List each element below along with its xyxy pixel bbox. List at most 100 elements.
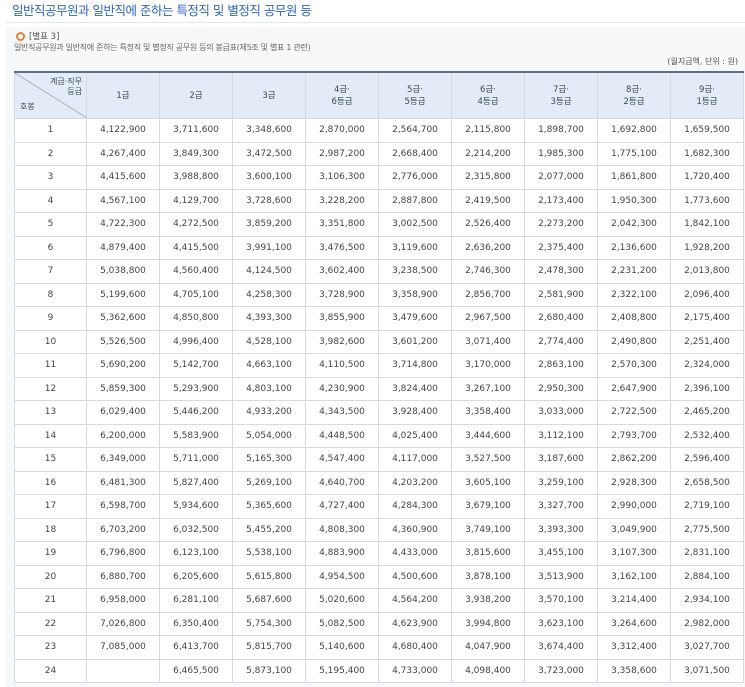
salary-cell: 5,859,300 xyxy=(86,376,160,401)
salary-cell: 6,349,000 xyxy=(86,447,160,472)
step-cell: 17 xyxy=(14,494,87,519)
salary-cell: 2,375,400 xyxy=(524,235,598,260)
table-row: 3 4,415,600 3,988,800 3,600,100 3,106,300 2,7… xyxy=(14,165,744,190)
salary-cell: 2,775,500 xyxy=(670,517,744,542)
salary-cell: 3,623,100 xyxy=(524,611,598,636)
salary-cell: 6,465,500 xyxy=(159,658,233,683)
salary-table-body: 1 4,122,900 3,711,600 3,348,600 2,870,000 2,5… xyxy=(14,118,744,683)
header-grade-9: 9급· 1등급 xyxy=(670,71,744,119)
salary-cell: 5,934,600 xyxy=(159,494,233,519)
header-grade-6: 6급· 4등급 xyxy=(451,71,525,119)
salary-cell: 3,472,500 xyxy=(232,141,306,166)
salary-cell: 1,985,300 xyxy=(524,141,598,166)
salary-cell: 2,862,200 xyxy=(597,447,671,472)
salary-cell: 1,773,600 xyxy=(670,188,744,213)
salary-cell: 6,796,800 xyxy=(86,541,160,566)
salary-cell: 3,228,200 xyxy=(305,188,379,213)
table-row: 18 6,703,200 6,032,500 5,455,200 4,808,300 4,… xyxy=(14,517,744,542)
salary-cell: 1,720,400 xyxy=(670,165,744,190)
table-tag: [별표 3] xyxy=(29,32,60,42)
salary-cell: 2,884,100 xyxy=(670,564,744,589)
salary-cell: 2,668,400 xyxy=(378,141,452,166)
salary-cell: 2,793,700 xyxy=(597,423,671,448)
salary-cell: 1,842,100 xyxy=(670,212,744,237)
table-row: 17 6,598,700 5,934,600 5,365,600 4,727,400 4,… xyxy=(14,494,744,519)
salary-cell: 6,123,100 xyxy=(159,541,233,566)
salary-cell: 4,547,400 xyxy=(305,447,379,472)
salary-cell: 2,680,400 xyxy=(524,306,598,331)
header-step-label: 호봉 xyxy=(20,102,35,111)
salary-cell: 2,647,900 xyxy=(597,376,671,401)
salary-cell: 4,733,000 xyxy=(378,658,452,683)
step-cell: 4 xyxy=(14,188,87,213)
salary-cell: 3,002,500 xyxy=(378,212,452,237)
step-cell: 15 xyxy=(14,447,87,472)
salary-cell: 5,815,700 xyxy=(232,635,306,660)
salary-cell: 4,272,500 xyxy=(159,212,233,237)
salary-cell: 4,640,700 xyxy=(305,470,379,495)
salary-cell: 2,776,000 xyxy=(378,165,452,190)
salary-cell: 1,659,500 xyxy=(670,118,744,143)
salary-cell: 2,173,400 xyxy=(524,188,598,213)
table-row: 13 6,029,400 5,446,200 4,933,200 4,343,500 3,… xyxy=(14,400,744,425)
salary-cell: 3,162,100 xyxy=(597,564,671,589)
salary-cell: 2,934,100 xyxy=(670,588,744,613)
salary-cell: 4,528,100 xyxy=(232,329,306,354)
salary-cell: 3,602,400 xyxy=(305,259,379,284)
table-row: 4 4,567,100 4,129,700 3,728,600 3,228,200 2,8… xyxy=(14,188,744,213)
salary-cell: 2,856,700 xyxy=(451,282,525,307)
salary-cell: 3,455,100 xyxy=(524,541,598,566)
salary-cell: 4,996,400 xyxy=(159,329,233,354)
salary-cell: 2,042,300 xyxy=(597,212,671,237)
salary-cell: 3,723,000 xyxy=(524,658,598,683)
salary-cell: 2,273,200 xyxy=(524,212,598,237)
salary-cell: 3,049,900 xyxy=(597,517,671,542)
salary-cell: 4,124,500 xyxy=(232,259,306,284)
salary-cell: 4,623,900 xyxy=(378,611,452,636)
step-cell: 13 xyxy=(14,400,87,425)
salary-cell: 2,214,200 xyxy=(451,141,525,166)
table-row: 24 6,465,500 5,873,100 5,195,400 4,733,000 4,… xyxy=(14,658,744,683)
header-grade-2: 2급 xyxy=(159,71,233,119)
salary-cell: 5,526,500 xyxy=(86,329,160,354)
salary-cell: 3,513,900 xyxy=(524,564,598,589)
salary-cell: 3,674,400 xyxy=(524,635,598,660)
salary-cell: 6,481,300 xyxy=(86,470,160,495)
salary-cell: 5,054,000 xyxy=(232,423,306,448)
salary-cell: 1,692,800 xyxy=(597,118,671,143)
salary-cell: 4,448,500 xyxy=(305,423,379,448)
salary-cell: 3,033,000 xyxy=(524,400,598,425)
salary-cell: 2,990,000 xyxy=(597,494,671,519)
salary-cell: 2,077,000 xyxy=(524,165,598,190)
salary-cell: 3,358,900 xyxy=(378,282,452,307)
salary-cell: 6,281,100 xyxy=(159,588,233,613)
salary-cell: 5,082,500 xyxy=(305,611,379,636)
header-grade-5: 5급· 5등급 xyxy=(378,71,452,119)
salary-cell: 2,581,900 xyxy=(524,282,598,307)
salary-cell: 5,165,300 xyxy=(232,447,306,472)
salary-cell: 2,658,500 xyxy=(670,470,744,495)
salary-cell: 5,446,200 xyxy=(159,400,233,425)
table-row: 7 5,038,800 4,560,400 4,124,500 3,602,400 3,2… xyxy=(14,259,744,284)
salary-cell: 3,928,400 xyxy=(378,400,452,425)
step-cell: 3 xyxy=(14,165,87,190)
salary-cell: 6,413,700 xyxy=(159,635,233,660)
salary-cell: 2,526,400 xyxy=(451,212,525,237)
salary-cell: 3,994,800 xyxy=(451,611,525,636)
header-grade-8: 8급· 2등급 xyxy=(597,71,671,119)
salary-cell: 5,754,300 xyxy=(232,611,306,636)
circle-bullet-icon xyxy=(16,32,25,41)
salary-cell: 2,231,200 xyxy=(597,259,671,284)
salary-cell: 2,419,500 xyxy=(451,188,525,213)
salary-cell: 4,808,300 xyxy=(305,517,379,542)
salary-cell: 4,954,500 xyxy=(305,564,379,589)
table-row: 16 6,481,300 5,827,400 5,269,100 4,640,700 4,… xyxy=(14,470,744,495)
salary-cell: 4,393,300 xyxy=(232,306,306,331)
salary-cell: 3,878,100 xyxy=(451,564,525,589)
table-row: 14 6,200,000 5,583,900 5,054,000 4,448,500 4,… xyxy=(14,423,744,448)
header-corner-cell: 계급·직무 등급 호봉 xyxy=(14,71,87,119)
salary-cell: 6,598,700 xyxy=(86,494,160,519)
salary-cell: 3,711,600 xyxy=(159,118,233,143)
salary-cell: 5,711,000 xyxy=(159,447,233,472)
salary-cell: 4,122,900 xyxy=(86,118,160,143)
